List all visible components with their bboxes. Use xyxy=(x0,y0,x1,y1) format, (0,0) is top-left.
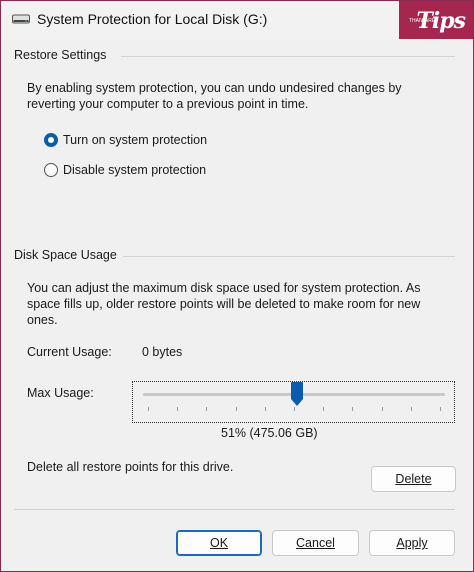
disk-space-divider xyxy=(123,256,455,257)
radio-disable-label: Disable system protection xyxy=(63,163,207,177)
slider-tick xyxy=(323,407,325,411)
slider-tick xyxy=(148,407,149,411)
slider-tick xyxy=(235,407,237,411)
title-bar: System Protection for Local Disk (G:) TH… xyxy=(1,1,473,39)
footer-separator xyxy=(14,509,455,510)
delete-button-label: Delete xyxy=(395,472,432,486)
slider-tick xyxy=(440,407,441,411)
close-button[interactable]: THAIWARE Tips xyxy=(399,1,473,39)
slider-tick xyxy=(352,407,354,411)
watermark-logo: THAIWARE Tips xyxy=(405,5,467,37)
disk-space-header: Disk Space Usage xyxy=(14,248,117,262)
current-usage-label: Current Usage: xyxy=(27,345,112,359)
disk-space-description: You can adjust the maximum disk space us… xyxy=(27,281,421,327)
max-usage-value: 51% (475.06 GB) xyxy=(221,426,318,440)
slider-thumb[interactable] xyxy=(291,382,304,407)
cancel-button-label: Cancel xyxy=(296,536,335,550)
apply-button-label: Apply xyxy=(396,536,428,550)
radio-disable-protection[interactable]: Disable system protection xyxy=(44,161,206,179)
radio-selected-icon xyxy=(44,133,58,147)
window-title: System Protection for Local Disk (G:) xyxy=(37,11,268,27)
slider-ticks xyxy=(133,407,454,411)
radio-turn-on-label: Turn on system protection xyxy=(63,133,208,147)
slider-tick xyxy=(410,407,412,411)
cancel-button[interactable]: Cancel xyxy=(272,530,359,556)
radio-turn-on-protection[interactable]: Turn on system protection xyxy=(44,131,207,149)
slider-tick xyxy=(206,407,208,411)
slider-tick xyxy=(177,407,179,411)
ok-button-label: OK xyxy=(209,536,229,550)
system-protection-dialog: System Protection for Local Disk (G:) TH… xyxy=(0,0,474,572)
radio-unselected-icon xyxy=(44,163,58,177)
slider-tick xyxy=(381,407,383,411)
restore-settings-divider xyxy=(121,56,455,57)
restore-settings-description: By enabling system protection, you can u… xyxy=(27,81,402,111)
restore-settings-header: Restore Settings xyxy=(14,48,107,62)
ok-button[interactable]: OK xyxy=(176,530,262,556)
logo-text: Tips xyxy=(416,8,466,34)
max-usage-label: Max Usage: xyxy=(27,386,94,400)
slider-tick xyxy=(294,407,295,411)
max-usage-slider[interactable] xyxy=(132,381,455,423)
delete-button[interactable]: Delete xyxy=(371,466,456,492)
current-usage-value: 0 bytes xyxy=(142,345,183,359)
delete-restore-points-text: Delete all restore points for this drive… xyxy=(27,460,234,474)
slider-tick xyxy=(264,407,266,411)
drive-icon xyxy=(12,14,30,24)
apply-button[interactable]: Apply xyxy=(369,530,455,556)
